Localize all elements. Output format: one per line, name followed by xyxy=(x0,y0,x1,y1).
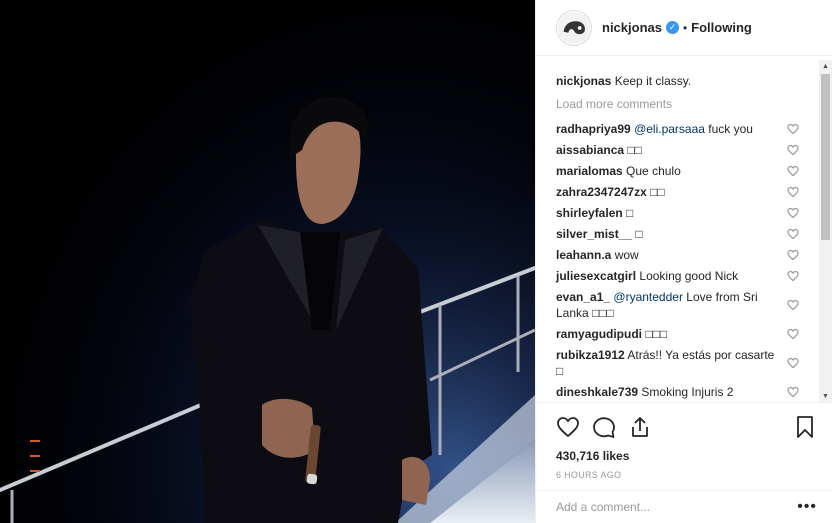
post-side-panel: nickjonas ✓ • Following nickjonas Keep i… xyxy=(535,0,832,523)
verified-badge-icon: ✓ xyxy=(665,21,679,34)
comment-like-heart-icon[interactable] xyxy=(787,186,799,198)
comment-item: juliesexcatgirl Looking good Nick xyxy=(556,266,799,287)
photo-illustration xyxy=(0,0,535,523)
more-options-icon[interactable]: ••• xyxy=(797,498,817,516)
heart-icon xyxy=(557,417,579,438)
comment-text: Smoking Injuris 2 xyxy=(641,385,734,399)
comment-like-heart-icon[interactable] xyxy=(787,328,799,340)
comment-like-heart-icon[interactable] xyxy=(787,299,799,311)
separator-dot: • xyxy=(682,20,688,35)
comment-username[interactable]: radhapriya99 xyxy=(556,122,631,136)
avatar[interactable] xyxy=(556,9,592,46)
comment-item: evan_a1_ @ryantedder Love from Sri Lanka… xyxy=(556,287,799,324)
caption-text: Keep it classy. xyxy=(614,74,692,88)
comment-text: □ xyxy=(635,227,643,241)
comment-text: fuck you xyxy=(704,122,753,136)
save-button[interactable] xyxy=(793,415,817,439)
comment-item: zahra2347247zx □□ xyxy=(556,182,799,203)
comment-mention[interactable]: @eli.parsaaa xyxy=(634,122,705,136)
comment-like-heart-icon[interactable] xyxy=(787,207,799,219)
comment-like-heart-icon[interactable] xyxy=(787,123,799,135)
comment-username[interactable]: juliesexcatgirl xyxy=(556,269,636,283)
caption-username[interactable]: nickjonas xyxy=(556,74,611,88)
share-icon xyxy=(632,417,648,437)
comment-item: marialomas Que chulo xyxy=(556,161,799,182)
avatar-icon xyxy=(557,11,591,44)
add-comment-input[interactable] xyxy=(556,500,798,514)
comment-rows: radhapriya99 @eli.parsaaa fuck you aissab… xyxy=(556,119,799,402)
comment-icon xyxy=(593,417,615,438)
likes-count[interactable]: 430,716 likes xyxy=(556,449,817,463)
comment-text: □□ xyxy=(650,185,665,199)
load-more-comments-button[interactable]: Load more comments xyxy=(556,95,799,113)
comment-item: silver_mist__ □ xyxy=(556,224,799,245)
comment-username[interactable]: leahann.a xyxy=(556,248,611,262)
post-photo[interactable] xyxy=(0,0,535,523)
comment-like-heart-icon[interactable] xyxy=(787,357,799,369)
scroll-thumb[interactable] xyxy=(821,74,830,240)
comment-item: ramyagudipudi □□□ xyxy=(556,324,799,345)
comment-username[interactable]: silver_mist__ xyxy=(556,227,632,241)
comment-mention[interactable]: @ryantedder xyxy=(613,290,683,304)
comment-item: radhapriya99 @eli.parsaaa fuck you xyxy=(556,119,799,140)
comment-item: rubikza1912 Atrás!! Ya estás por casarte… xyxy=(556,345,799,382)
comment-text: □□ xyxy=(627,143,642,157)
comment-item: dineshkale739 Smoking Injuris 2 xyxy=(556,382,799,402)
comments-scrollbar[interactable]: ▲ ▼ xyxy=(819,60,832,402)
comment-username[interactable]: rubikza1912 xyxy=(556,348,625,362)
share-button[interactable] xyxy=(628,415,652,439)
post-username[interactable]: nickjonas xyxy=(602,20,662,35)
action-icons xyxy=(556,411,817,443)
comment-like-heart-icon[interactable] xyxy=(787,144,799,156)
comment-username[interactable]: ramyagudipudi xyxy=(556,327,642,341)
comment-item: aissabianca □□ xyxy=(556,140,799,161)
comment-text: wow xyxy=(614,248,639,262)
comment-like-heart-icon[interactable] xyxy=(787,249,799,261)
add-comment-bar: ••• xyxy=(536,490,832,523)
comment-username[interactable]: marialomas xyxy=(556,164,623,178)
comment-text: Looking good Nick xyxy=(639,269,739,283)
comment-username[interactable]: shirleyfalen xyxy=(556,206,623,220)
comments-list[interactable]: nickjonas Keep it classy. Load more comm… xyxy=(536,60,819,402)
bookmark-icon xyxy=(797,416,813,438)
comment-text: □ xyxy=(626,206,634,220)
comment-like-heart-icon[interactable] xyxy=(787,165,799,177)
comment-text: □□□ xyxy=(645,327,668,341)
comment-item: shirleyfalen □ xyxy=(556,203,799,224)
comment-button[interactable] xyxy=(592,415,616,439)
scroll-down-icon[interactable]: ▼ xyxy=(819,390,832,402)
scroll-up-icon[interactable]: ▲ xyxy=(819,60,832,72)
comment-like-heart-icon[interactable] xyxy=(787,228,799,240)
comment-like-heart-icon[interactable] xyxy=(787,386,799,398)
comment-like-heart-icon[interactable] xyxy=(787,270,799,282)
post-actions: 430,716 likes 6 HOURS AGO xyxy=(536,402,832,480)
comment-text: Que chulo xyxy=(626,164,681,178)
post-caption: nickjonas Keep it classy. xyxy=(556,72,799,90)
comment-item: leahann.a wow xyxy=(556,245,799,266)
post-modal: nickjonas ✓ • Following nickjonas Keep i… xyxy=(0,0,832,523)
post-header: nickjonas ✓ • Following xyxy=(536,0,832,56)
comment-username[interactable]: aissabianca xyxy=(556,143,624,157)
comment-username[interactable]: zahra2347247zx xyxy=(556,185,647,199)
comment-username[interactable]: dineshkale739 xyxy=(556,385,638,399)
following-button[interactable]: Following xyxy=(691,20,752,35)
comment-username[interactable]: evan_a1_ xyxy=(556,290,610,304)
post-timestamp[interactable]: 6 HOURS AGO xyxy=(556,470,817,480)
like-button[interactable] xyxy=(556,415,580,439)
